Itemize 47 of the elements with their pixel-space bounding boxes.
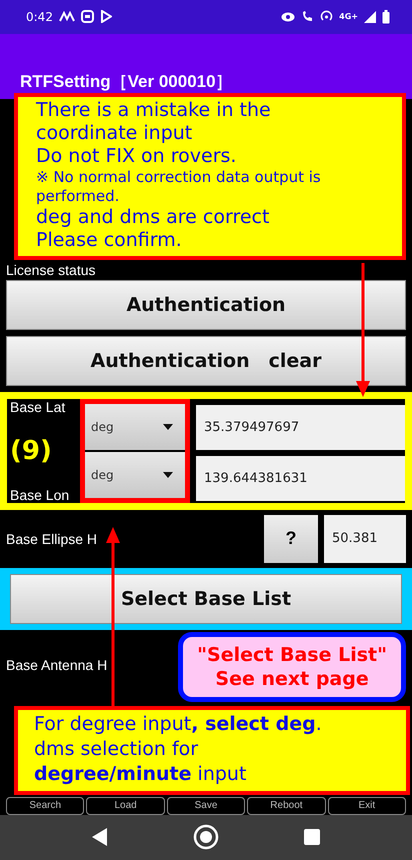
toolbar-button[interactable]: Exit <box>328 796 406 815</box>
call-icon <box>301 10 314 24</box>
region-number: (9) <box>10 436 53 465</box>
authentication-button[interactable]: Authentication clear <box>6 336 406 386</box>
app-title: RTFSetting［Ver 000010］ <box>20 70 233 93</box>
note-line: For degree input, select deg. <box>34 712 323 737</box>
back-icon[interactable] <box>92 828 108 846</box>
recents-icon[interactable] <box>304 829 320 846</box>
network-type: 4G+ <box>339 12 358 22</box>
base-antenna-h-label: Base Antenna H <box>6 656 108 673</box>
battery-icon <box>382 10 390 24</box>
toolbar-button[interactable]: Save <box>166 796 246 815</box>
toolbar-button[interactable]: Search <box>6 796 84 815</box>
home-icon[interactable] <box>192 824 219 850</box>
hotspot-icon <box>320 10 334 24</box>
note-line: There is a mistake in the <box>36 98 272 122</box>
base-ellipse-h-label: Base Ellipse H <box>6 530 98 547</box>
status-time: 0:42 <box>26 10 53 24</box>
note-line: coordinate input <box>36 122 194 145</box>
unit-dropdown[interactable]: deg <box>85 404 185 450</box>
note-line: Do not FIX on rovers. <box>36 144 238 168</box>
dropdown-caret-icon <box>163 424 173 430</box>
ellipse-height-field[interactable]: 50.381 <box>324 514 406 563</box>
base-lat-label: Base Lat <box>10 398 66 415</box>
note-line: "Select Base List" <box>197 642 387 667</box>
authentication-button[interactable]: Authentication <box>6 280 406 330</box>
note-line: Please confirm. <box>36 228 183 252</box>
dropdown-caret-icon <box>163 472 173 478</box>
coordinate-field[interactable]: 35.379497697 <box>196 404 405 450</box>
toolbar-button[interactable]: Load <box>86 796 165 815</box>
license-status-label: License status <box>6 262 96 278</box>
help-button[interactable]: ? <box>264 514 318 563</box>
note-line: deg and dms are correct <box>36 206 270 229</box>
note-line: dms selection for <box>34 736 200 762</box>
select-base-list-button[interactable]: Select Base List <box>10 574 402 624</box>
note-line: ※ No normal correction data output is performed. <box>36 168 322 206</box>
eye-icon <box>281 12 296 22</box>
note-line: degree/minute input <box>34 762 248 787</box>
play-icon <box>100 10 112 24</box>
note-line: See next page <box>214 666 370 691</box>
unit-dropdown[interactable]: deg <box>85 452 185 498</box>
notification-icon <box>58 10 75 23</box>
app-icon <box>80 10 94 24</box>
coordinate-field[interactable]: 139.644381631 <box>196 456 405 501</box>
signal-icon <box>364 10 376 23</box>
toolbar-button[interactable]: Reboot <box>247 796 326 815</box>
base-lon-label: Base Lon <box>10 486 70 503</box>
